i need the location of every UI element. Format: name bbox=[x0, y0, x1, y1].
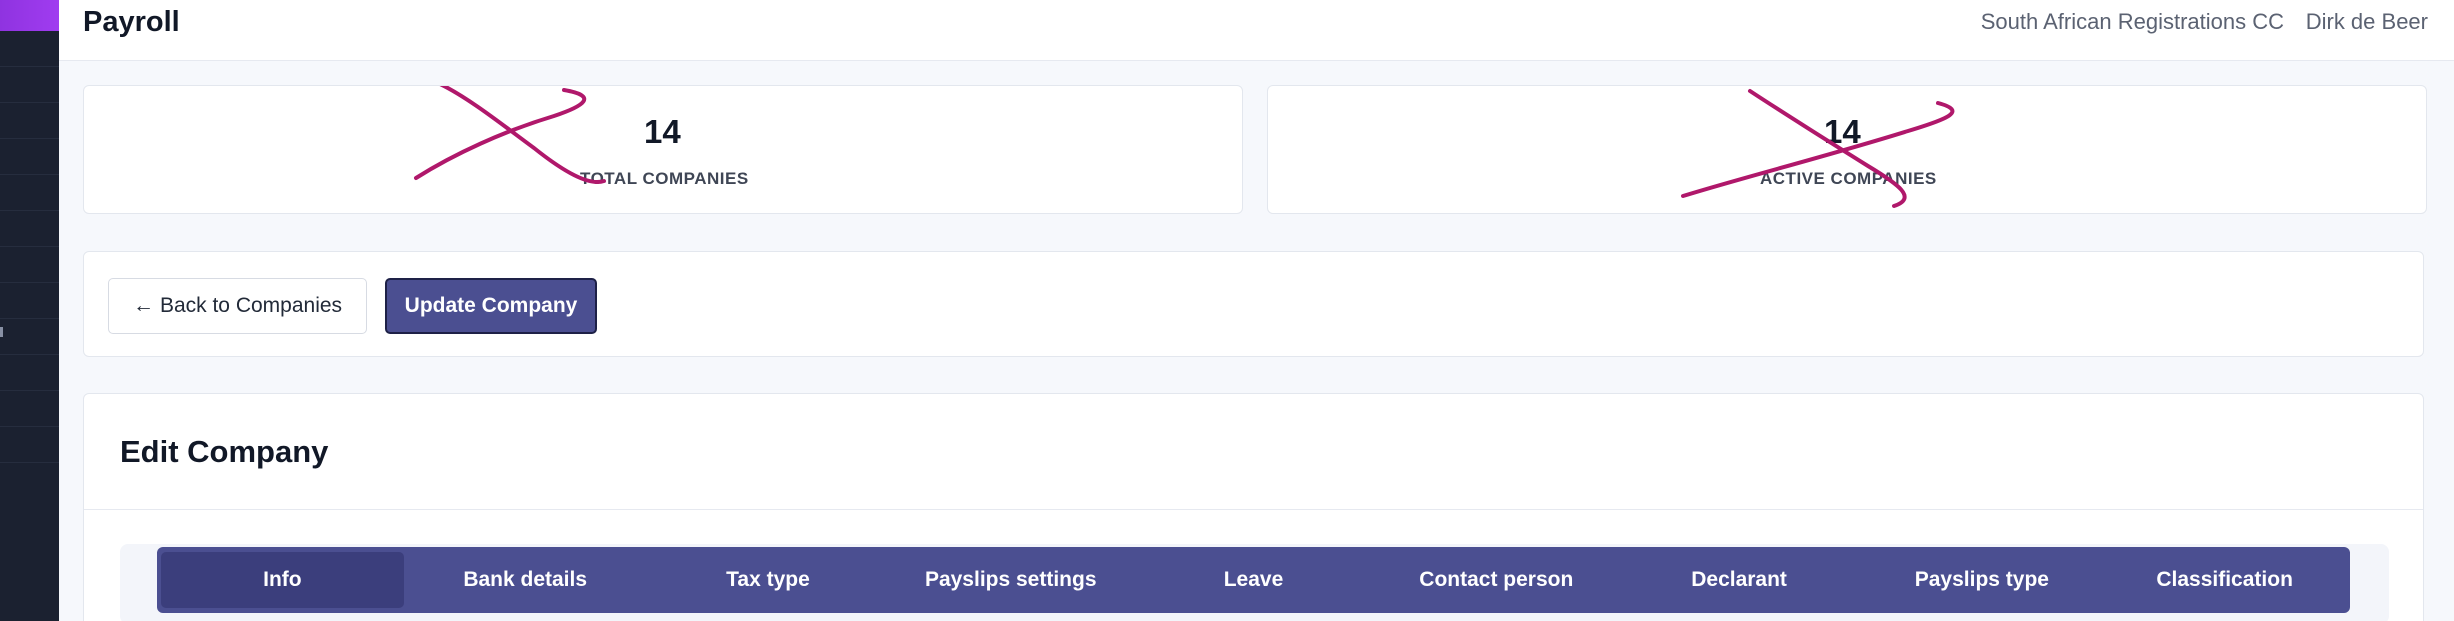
action-bar: ← Back to Companies Update Company bbox=[83, 251, 2424, 357]
tab-bank-details[interactable]: Bank details bbox=[404, 552, 647, 608]
edit-company-card: Edit Company Info Bank details Tax type … bbox=[83, 393, 2424, 621]
organization-name[interactable]: South African Registrations CC bbox=[1981, 9, 2284, 35]
stat-value: 14 bbox=[644, 113, 681, 150]
update-company-button[interactable]: Update Company bbox=[385, 278, 597, 334]
sidebar-item[interactable] bbox=[0, 427, 59, 463]
tab-declarant[interactable]: Declarant bbox=[1618, 552, 1861, 608]
stat-label: ACTIVE COMPANIES bbox=[1760, 169, 1937, 188]
tab-payslips-settings[interactable]: Payslips settings bbox=[889, 552, 1132, 608]
user-name[interactable]: Dirk de Beer bbox=[2306, 9, 2428, 35]
edit-company-title: Edit Company bbox=[120, 434, 329, 469]
tab-tax-type[interactable]: Tax type bbox=[647, 552, 890, 608]
tab-classification[interactable]: Classification bbox=[2103, 552, 2346, 608]
sidebar-item[interactable] bbox=[0, 31, 59, 67]
tab-info[interactable]: Info bbox=[161, 552, 404, 608]
stat-label: TOTAL COMPANIES bbox=[580, 169, 749, 188]
sidebar-item[interactable] bbox=[0, 319, 59, 355]
tab-leave[interactable]: Leave bbox=[1132, 552, 1375, 608]
sidebar-brand-strip bbox=[0, 0, 59, 31]
page-title: Payroll bbox=[83, 6, 180, 38]
stat-card-total-companies: 14 TOTAL COMPANIES bbox=[83, 85, 1243, 214]
sidebar-item[interactable] bbox=[0, 103, 59, 139]
top-header: Payroll South African Registrations CC D… bbox=[59, 0, 2454, 61]
sidebar-item[interactable] bbox=[0, 391, 59, 427]
back-button-label: Back to Companies bbox=[159, 294, 343, 317]
stat-value: 14 bbox=[1824, 113, 1861, 150]
sidebar-indicator bbox=[0, 327, 3, 337]
arrow-left-icon: ← bbox=[132, 294, 154, 317]
sidebar bbox=[0, 0, 59, 621]
sidebar-item[interactable] bbox=[0, 211, 59, 247]
sidebar-item[interactable] bbox=[0, 355, 59, 391]
tab-bar: Info Bank details Tax type Payslips sett… bbox=[157, 547, 2350, 613]
stat-card-active-companies: 14 ACTIVE COMPANIES bbox=[1267, 85, 2427, 214]
divider bbox=[84, 509, 2423, 510]
sidebar-item[interactable] bbox=[0, 283, 59, 319]
sidebar-item[interactable] bbox=[0, 139, 59, 175]
back-to-companies-button[interactable]: ← Back to Companies bbox=[108, 278, 367, 334]
tab-contact-person[interactable]: Contact person bbox=[1375, 552, 1618, 608]
tab-payslips-type[interactable]: Payslips type bbox=[1860, 552, 2103, 608]
sidebar-item[interactable] bbox=[0, 67, 59, 103]
sidebar-item[interactable] bbox=[0, 247, 59, 283]
sidebar-item[interactable] bbox=[0, 175, 59, 211]
